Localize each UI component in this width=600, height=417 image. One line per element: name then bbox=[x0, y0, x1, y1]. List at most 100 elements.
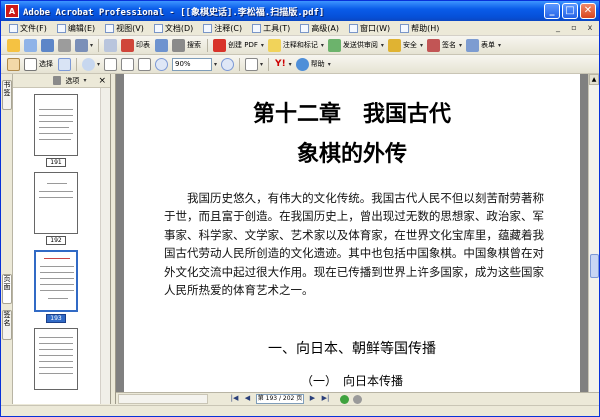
tab-signatures[interactable]: 签名 bbox=[2, 310, 12, 340]
thumbnail-page-number-selected: 193 bbox=[46, 314, 66, 323]
pen-icon bbox=[426, 38, 440, 52]
security-button[interactable]: 安全 bbox=[403, 40, 417, 50]
menu-comments[interactable]: 注释(C) bbox=[198, 22, 247, 35]
comment-markup-button[interactable]: 注释和标记 bbox=[283, 40, 318, 50]
window-bottom-border bbox=[1, 405, 599, 416]
rotate-icon[interactable] bbox=[245, 57, 259, 71]
document-scrollbar[interactable]: ▲ bbox=[588, 74, 599, 392]
page-thumbnail-selected[interactable] bbox=[34, 250, 78, 312]
doc-restore-button[interactable]: ▫ bbox=[569, 23, 579, 33]
close-panel-button[interactable]: × bbox=[98, 76, 106, 86]
print-icon[interactable] bbox=[58, 38, 71, 52]
file-menu-icon bbox=[9, 23, 18, 33]
zoom-input[interactable]: 90% bbox=[172, 57, 213, 71]
menu-view[interactable]: 视图(V) bbox=[100, 22, 149, 35]
view-menu-icon bbox=[105, 23, 115, 33]
document-menu-icon bbox=[153, 23, 163, 33]
thumbnail-page-number: 192 bbox=[46, 236, 66, 245]
binoculars-icon bbox=[172, 38, 186, 52]
send-review-button[interactable]: 发送供审阅 bbox=[343, 40, 378, 50]
hand-icon[interactable] bbox=[155, 38, 169, 52]
options-button[interactable]: 选项 bbox=[65, 76, 79, 86]
advanced-menu-icon bbox=[300, 23, 310, 33]
menu-edit[interactable]: 编辑(E) bbox=[52, 22, 100, 35]
scroll-thumb[interactable] bbox=[590, 254, 599, 278]
fit-width-icon[interactable] bbox=[138, 57, 152, 71]
window-menu-icon bbox=[348, 23, 358, 33]
snapshot-icon[interactable] bbox=[58, 57, 71, 71]
tab-bookmarks[interactable]: 书签 bbox=[2, 80, 12, 110]
tab-pages[interactable]: 页面 bbox=[2, 274, 12, 304]
forms-button[interactable]: 表单 bbox=[481, 40, 495, 50]
help-menu-icon bbox=[400, 23, 410, 33]
edit-menu-icon bbox=[56, 23, 66, 33]
search-button[interactable]: 搜索 bbox=[187, 40, 201, 50]
document-view[interactable]: 第十二章 我国古代 象棋的外传 我国历史悠久，有伟大的文化传统。我国古代人民不但… bbox=[116, 74, 588, 392]
thumbnail-page-number: 191 bbox=[46, 158, 66, 167]
doc-minimize-button[interactable]: _ bbox=[553, 23, 563, 33]
comment-icon bbox=[267, 38, 281, 52]
minimize-button[interactable]: _ bbox=[544, 3, 560, 19]
go-back-icon[interactable] bbox=[340, 394, 349, 404]
pdf-page: 第十二章 我国古代 象棋的外传 我国历史悠久，有伟大的文化传统。我国古代人民不但… bbox=[124, 74, 580, 392]
save-icon[interactable] bbox=[41, 38, 54, 52]
secondary-toolbar: 选择 ▾ 90% ▾ ▾ Y! ▾ 帮助 ▾ bbox=[1, 55, 599, 74]
thumbnail-panel-header: 选项 ▾ × bbox=[13, 74, 110, 88]
menu-bar: 文件(F) 编辑(E) 视图(V) 文档(D) 注释(C) 工具(T) 高级(A… bbox=[1, 21, 599, 36]
page-thumbnail[interactable] bbox=[34, 328, 78, 390]
thumbnail-scrollbar[interactable] bbox=[100, 88, 110, 404]
subsection-heading: （一） 向日本传播 bbox=[300, 374, 403, 388]
acrobat-window: A Adobe Acrobat Professional - [[象棋史话].李… bbox=[0, 0, 600, 417]
menu-window[interactable]: 窗口(W) bbox=[344, 22, 395, 35]
menu-document[interactable]: 文档(D) bbox=[149, 22, 198, 35]
print-label-icon bbox=[121, 38, 135, 52]
tools-menu-icon bbox=[252, 23, 262, 33]
title-bar[interactable]: A Adobe Acrobat Professional - [[象棋史话].李… bbox=[1, 1, 599, 21]
menu-help[interactable]: 帮助(H) bbox=[395, 22, 444, 35]
print-label[interactable]: 印表 bbox=[136, 40, 150, 50]
page-thumbnail[interactable] bbox=[34, 172, 78, 234]
zoom-in-icon[interactable] bbox=[82, 57, 95, 71]
page-size-indicator bbox=[118, 394, 208, 404]
previous-page-button[interactable]: ◀ bbox=[242, 394, 253, 404]
navigation-tabs: 书签 页面 签名 bbox=[1, 74, 13, 404]
doc-close-button[interactable]: x bbox=[585, 23, 595, 33]
close-button[interactable]: ✕ bbox=[580, 3, 596, 19]
body-paragraph: 我国历史悠久，有伟大的文化传统。我国古代人民不但以刻苦耐劳著称于世，而且富于创造… bbox=[164, 191, 544, 298]
go-forward-icon[interactable] bbox=[353, 394, 362, 404]
page-number-input[interactable]: 第 193 / 202 页 bbox=[256, 394, 304, 404]
chapter-title-line2: 象棋的外传 bbox=[296, 141, 407, 167]
fit-page-icon[interactable] bbox=[121, 57, 135, 71]
organizer-icon[interactable] bbox=[24, 38, 37, 52]
page-thumbnail[interactable] bbox=[34, 94, 78, 156]
help-button[interactable]: 帮助 bbox=[311, 59, 325, 69]
create-pdf-icon bbox=[213, 38, 227, 52]
sign-button[interactable]: 签名 bbox=[442, 40, 456, 50]
attach-icon[interactable] bbox=[104, 38, 118, 52]
last-page-button[interactable]: ▶| bbox=[320, 394, 331, 404]
hand-tool-icon[interactable] bbox=[7, 57, 20, 71]
open-folder-icon[interactable] bbox=[7, 38, 20, 52]
email-icon[interactable] bbox=[75, 38, 88, 52]
menu-tools[interactable]: 工具(T) bbox=[247, 22, 295, 35]
trash-icon[interactable] bbox=[53, 76, 62, 85]
section-heading: 一、向日本、朝鲜等国传播 bbox=[268, 341, 436, 357]
zoom-plus-icon[interactable] bbox=[221, 57, 235, 71]
menu-advanced[interactable]: 高级(A) bbox=[295, 22, 344, 35]
actual-size-icon[interactable] bbox=[104, 57, 118, 71]
create-pdf-button[interactable]: 创建 PDF bbox=[228, 40, 258, 50]
form-icon bbox=[465, 38, 479, 52]
maximize-button[interactable]: □ bbox=[562, 3, 578, 19]
yahoo-toolbar-button[interactable]: Y! bbox=[275, 59, 286, 69]
select-tool-button[interactable]: 选择 bbox=[39, 59, 53, 69]
scroll-up-button[interactable]: ▲ bbox=[589, 74, 599, 85]
zoom-out-icon[interactable] bbox=[155, 57, 169, 71]
window-title: Adobe Acrobat Professional - [[象棋史话].李松福… bbox=[23, 7, 325, 18]
next-page-button[interactable]: ▶ bbox=[307, 394, 318, 404]
main-toolbar: ▾ 印表 搜索 创建 PDF ▾ 注释和标记 ▾ 发送供审阅 ▾ 安全 ▾ 签名 ▾ 表单… bbox=[1, 36, 599, 55]
help-icon bbox=[295, 57, 309, 71]
acrobat-logo-icon: A bbox=[5, 4, 19, 18]
status-bar: |◀ ◀ 第 193 / 202 页 ▶ ▶| bbox=[116, 392, 599, 405]
menu-file[interactable]: 文件(F) bbox=[4, 22, 52, 35]
first-page-button[interactable]: |◀ bbox=[229, 394, 240, 404]
